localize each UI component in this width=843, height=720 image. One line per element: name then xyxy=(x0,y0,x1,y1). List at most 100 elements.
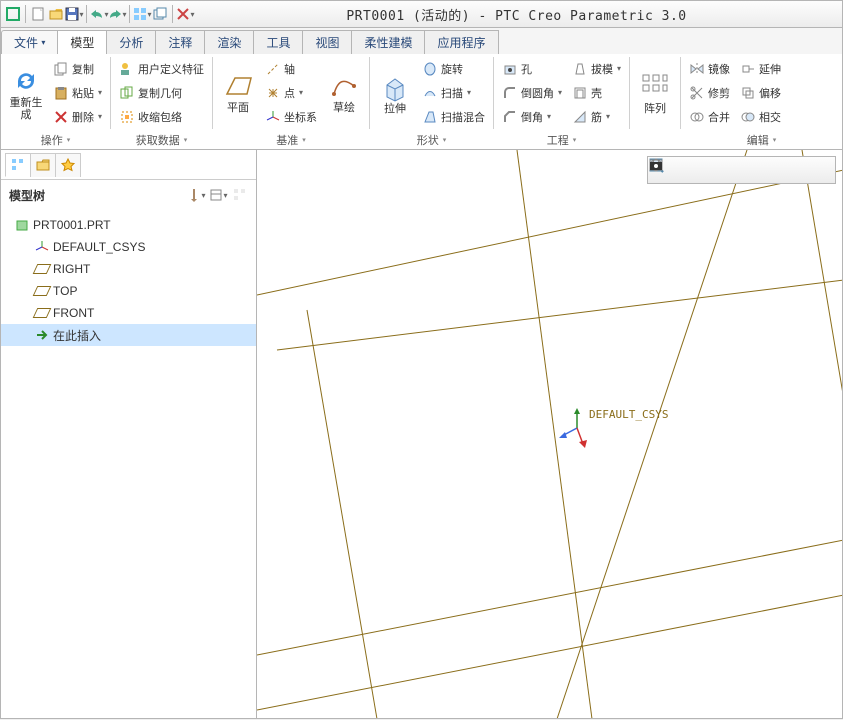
display-style-icon[interactable] xyxy=(742,159,764,181)
tree-settings-icon[interactable] xyxy=(210,187,226,203)
tree-title: 模型树 xyxy=(9,187,45,204)
trim-button[interactable]: 修剪 xyxy=(685,81,734,104)
ribbon-group-label[interactable]: 工程 xyxy=(498,131,625,149)
paste-button[interactable]: 粘贴 xyxy=(49,81,106,104)
tab-tools[interactable]: 工具 xyxy=(253,30,303,54)
graphics-canvas[interactable]: DEFAULT_CSYS xyxy=(257,150,842,718)
mirror-button[interactable]: 镜像 xyxy=(685,57,734,80)
model-tree-tab[interactable] xyxy=(5,153,31,177)
redo-icon[interactable] xyxy=(109,6,125,22)
paste-icon xyxy=(53,85,69,101)
rib-button[interactable]: 筋 xyxy=(568,105,625,128)
csys-icon xyxy=(265,109,281,125)
open-icon[interactable] xyxy=(48,6,64,22)
udf-button[interactable]: 用户定义特征 xyxy=(115,57,208,80)
model-tree: PRT0001.PRT DEFAULT_CSYS RIGHT TOP FRONT… xyxy=(1,210,256,350)
favorites-tab[interactable] xyxy=(55,153,81,177)
tree-item-csys[interactable]: DEFAULT_CSYS xyxy=(1,236,256,258)
main-area: 模型树 PRT0001.PRT DEFAULT_CSYS RIGHT TOP F… xyxy=(0,150,843,719)
copy-button[interactable]: 复制 xyxy=(49,57,106,80)
axis-icon xyxy=(265,61,281,77)
ribbon: 重新生成 复制 粘贴 删除 操作 用户定义特征 复制几何 收缩包络 获取数据 平… xyxy=(0,54,843,150)
shrinkwrap-button[interactable]: 收缩包络 xyxy=(115,105,208,128)
tab-view[interactable]: 视图 xyxy=(302,30,352,54)
ribbon-group-label[interactable]: 获取数据 xyxy=(115,131,208,149)
tree-search-icon[interactable] xyxy=(232,187,248,203)
ribbon-group-pattern: 阵列 . xyxy=(630,54,680,149)
merge-button[interactable]: 合并 xyxy=(685,105,734,128)
ribbon-group-label[interactable]: 基准 xyxy=(217,131,365,149)
shell-icon xyxy=(572,85,588,101)
ribbon-group-label[interactable]: 编辑 xyxy=(685,131,838,149)
close-win-icon[interactable] xyxy=(177,6,193,22)
pattern-button[interactable]: 阵列 xyxy=(634,57,676,131)
tree-item-front[interactable]: FRONT xyxy=(1,302,256,324)
point-button[interactable]: 点 xyxy=(261,81,321,104)
perspective-icon[interactable] xyxy=(788,159,810,181)
save-icon[interactable] xyxy=(66,6,82,22)
extend-icon xyxy=(740,61,756,77)
ribbon-group-label[interactable]: 操作 xyxy=(5,131,106,149)
tab-file[interactable]: 文件 ▾ xyxy=(1,30,58,54)
tab-model[interactable]: 模型 xyxy=(57,30,107,54)
divider xyxy=(172,5,173,23)
tab-apps[interactable]: 应用程序 xyxy=(424,30,498,54)
trim-icon xyxy=(689,85,705,101)
swept-blend-button[interactable]: 扫描混合 xyxy=(418,105,489,128)
ribbon-group-getdata: 用户定义特征 复制几何 收缩包络 获取数据 xyxy=(111,54,212,149)
tab-annotate[interactable]: 注释 xyxy=(155,30,205,54)
tab-analysis[interactable]: 分析 xyxy=(106,30,156,54)
tree-item-insert[interactable]: 在此插入 xyxy=(1,324,256,346)
tree-item-top[interactable]: TOP xyxy=(1,280,256,302)
tree-tools-icon[interactable] xyxy=(188,187,204,203)
merge-icon xyxy=(689,109,705,125)
offset-icon xyxy=(740,85,756,101)
plane-icon xyxy=(33,286,52,296)
tree-root[interactable]: PRT0001.PRT xyxy=(1,214,256,236)
shell-button[interactable]: 壳 xyxy=(568,81,625,104)
csys-button[interactable]: 坐标系 xyxy=(261,105,321,128)
ribbon-tabs: 文件 ▾ 模型 分析 注释 渲染 工具 视图 柔性建模 应用程序 xyxy=(0,28,843,54)
csys-icon xyxy=(35,240,49,254)
shrinkwrap-icon xyxy=(119,109,135,125)
revolve-button[interactable]: 旋转 xyxy=(418,57,489,80)
ribbon-group-label[interactable]: 形状 xyxy=(374,131,489,149)
sweep-icon xyxy=(422,85,438,101)
extend-button[interactable]: 延伸 xyxy=(736,57,785,80)
zoom-in-icon[interactable] xyxy=(673,159,695,181)
saved-views-icon[interactable] xyxy=(765,159,787,181)
repaint-icon[interactable] xyxy=(719,159,741,181)
axis-button[interactable]: 轴 xyxy=(261,57,321,80)
offset-button[interactable]: 偏移 xyxy=(736,81,785,104)
draft-button[interactable]: 拔模 xyxy=(568,57,625,80)
zoom-out-icon[interactable] xyxy=(696,159,718,181)
screenshot-icon[interactable] xyxy=(811,159,833,181)
chamfer-button[interactable]: 倒角 xyxy=(498,105,566,128)
udf-icon xyxy=(119,61,135,77)
copy-geom-button[interactable]: 复制几何 xyxy=(115,81,208,104)
tree-item-right[interactable]: RIGHT xyxy=(1,258,256,280)
windows-icon[interactable] xyxy=(152,6,168,22)
regenerate-button[interactable]: 重新生成 xyxy=(5,57,47,131)
tab-flex[interactable]: 柔性建模 xyxy=(351,30,425,54)
part-icon xyxy=(15,218,29,232)
round-button[interactable]: 倒圆角 xyxy=(498,81,566,104)
revolve-icon xyxy=(422,61,438,77)
tab-render[interactable]: 渲染 xyxy=(204,30,254,54)
delete-icon xyxy=(53,109,69,125)
undo-icon[interactable] xyxy=(91,6,107,22)
plane-button[interactable]: 平面 xyxy=(217,57,259,131)
sketch-button[interactable]: 草绘 xyxy=(323,57,365,131)
regen-icon[interactable] xyxy=(134,6,150,22)
draft-icon xyxy=(572,61,588,77)
intersect-button[interactable]: 相交 xyxy=(736,105,785,128)
folder-tab[interactable] xyxy=(30,153,56,177)
hole-button[interactable]: 孔 xyxy=(498,57,566,80)
delete-button[interactable]: 删除 xyxy=(49,105,106,128)
tree-header: 模型树 xyxy=(1,180,256,210)
app-icon[interactable] xyxy=(5,6,21,22)
new-icon[interactable] xyxy=(30,6,46,22)
sweep-button[interactable]: 扫描 xyxy=(418,81,489,104)
extrude-button[interactable]: 拉伸 xyxy=(374,57,416,131)
hole-icon xyxy=(502,61,518,77)
